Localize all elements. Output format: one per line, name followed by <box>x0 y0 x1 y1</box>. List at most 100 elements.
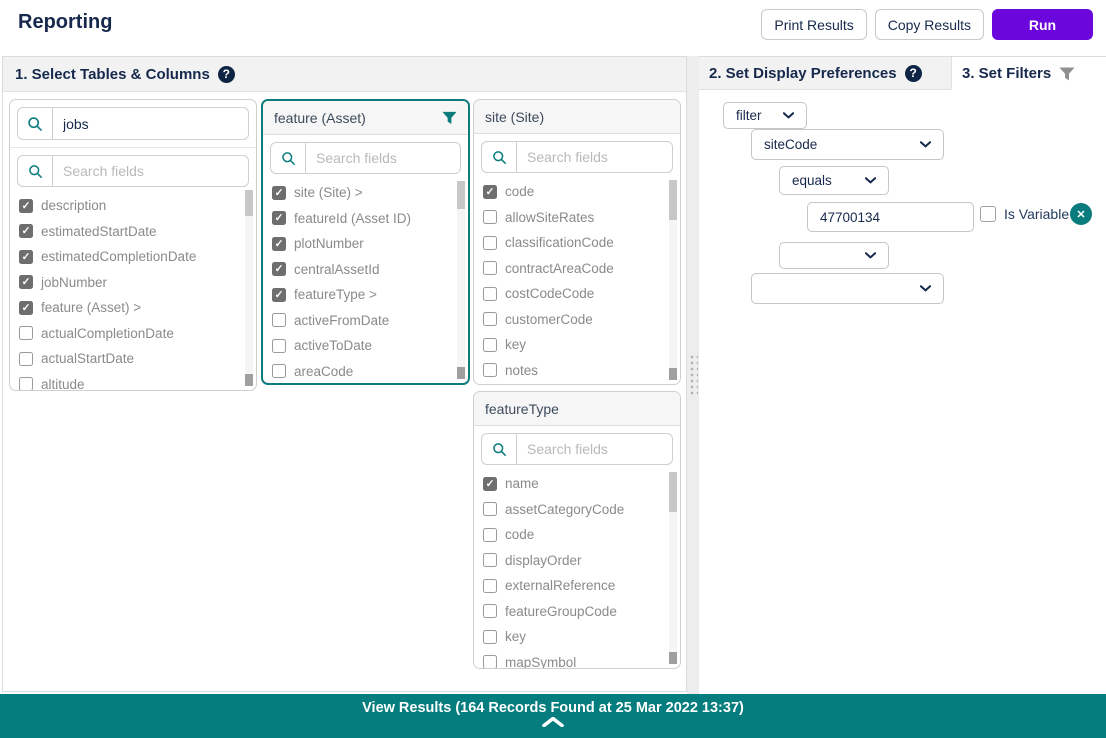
field-checkbox[interactable] <box>483 630 497 644</box>
field-checkbox[interactable] <box>272 262 286 276</box>
field-search-input[interactable] <box>517 434 672 464</box>
field-search-input[interactable] <box>53 156 248 186</box>
field-checkbox[interactable] <box>483 553 497 567</box>
field-checkbox[interactable] <box>483 502 497 516</box>
field-row[interactable]: allowSiteRates <box>483 205 680 231</box>
scrollbar[interactable] <box>245 190 253 386</box>
scrollbar[interactable] <box>457 181 465 379</box>
field-row[interactable]: assetCategoryCode <box>483 497 680 523</box>
search-icon[interactable] <box>271 143 306 173</box>
filter-operator-dropdown[interactable]: equals <box>779 166 889 195</box>
filter-field-dropdown[interactable]: siteCode <box>751 129 944 160</box>
field-checkbox[interactable] <box>483 287 497 301</box>
field-checkbox[interactable] <box>483 185 497 199</box>
field-row[interactable]: feature (Asset) > <box>19 295 256 321</box>
field-row[interactable]: plotNumber <box>272 231 468 257</box>
print-results-button[interactable]: Print Results <box>761 9 866 40</box>
field-row[interactable]: displayOrder <box>483 548 680 574</box>
table-search-input[interactable] <box>53 108 248 139</box>
field-row[interactable]: code <box>483 522 680 548</box>
field-checkbox[interactable] <box>19 377 33 391</box>
view-results-bar[interactable]: View Results (164 Records Found at 25 Ma… <box>0 694 1106 738</box>
field-checkbox[interactable] <box>272 186 286 200</box>
filter-field-dropdown-empty[interactable] <box>751 273 944 304</box>
field-checkbox[interactable] <box>272 288 286 302</box>
field-row[interactable]: altitude <box>19 372 256 392</box>
field-checkbox[interactable] <box>483 477 497 491</box>
field-row[interactable]: activeToDate <box>272 333 468 359</box>
copy-results-button[interactable]: Copy Results <box>875 9 984 40</box>
field-checkbox[interactable] <box>272 211 286 225</box>
field-row[interactable]: featureGroupCode <box>483 599 680 625</box>
field-checkbox[interactable] <box>483 261 497 275</box>
field-row[interactable]: estimatedCompletionDate <box>19 244 256 270</box>
field-checkbox[interactable] <box>483 579 497 593</box>
scrollbar-thumb[interactable] <box>457 181 465 209</box>
chevron-up-icon[interactable] <box>0 717 1106 727</box>
field-checkbox[interactable] <box>19 275 33 289</box>
field-checkbox[interactable] <box>483 236 497 250</box>
field-checkbox[interactable] <box>483 312 497 326</box>
field-row[interactable]: key <box>483 332 680 358</box>
field-row[interactable]: classificationCode <box>483 230 680 256</box>
search-icon[interactable] <box>482 434 517 464</box>
field-checkbox[interactable] <box>272 364 286 378</box>
field-checkbox[interactable] <box>19 224 33 238</box>
field-row[interactable]: contractAreaCode <box>483 256 680 282</box>
tab-display-preferences[interactable]: 2. Set Display Preferences ? <box>699 57 952 90</box>
field-checkbox[interactable] <box>19 326 33 340</box>
scrollbar-end[interactable] <box>457 367 465 379</box>
field-checkbox[interactable] <box>19 199 33 213</box>
field-row[interactable]: actualStartDate <box>19 346 256 372</box>
scrollbar-end[interactable] <box>245 374 253 386</box>
scrollbar-thumb[interactable] <box>245 190 253 216</box>
scrollbar-end[interactable] <box>669 652 677 664</box>
field-checkbox[interactable] <box>272 313 286 327</box>
field-checkbox[interactable] <box>483 528 497 542</box>
field-checkbox[interactable] <box>19 352 33 366</box>
field-row[interactable]: externalReference <box>483 573 680 599</box>
field-row[interactable]: actualCompletionDate <box>19 321 256 347</box>
field-row[interactable]: description <box>19 193 256 219</box>
filter-operator-dropdown-empty[interactable] <box>779 242 889 269</box>
field-search-input[interactable] <box>306 143 460 173</box>
field-row[interactable]: jobNumber <box>19 270 256 296</box>
filter-value-input[interactable] <box>807 202 974 232</box>
field-row[interactable]: customerCode <box>483 307 680 333</box>
field-row[interactable]: key <box>483 624 680 650</box>
splitter-drag-handle[interactable] <box>688 353 698 395</box>
field-row[interactable]: name <box>483 471 680 497</box>
tab-set-filters[interactable]: 3. Set Filters <box>952 57 1106 90</box>
field-row[interactable]: areaCode <box>272 359 468 385</box>
is-variable-checkbox[interactable] <box>980 206 996 222</box>
field-checkbox[interactable] <box>483 363 497 377</box>
field-row[interactable]: estimatedStartDate <box>19 219 256 245</box>
field-checkbox[interactable] <box>272 339 286 353</box>
field-row[interactable]: mapSymbol <box>483 650 680 670</box>
search-icon[interactable] <box>18 156 53 186</box>
field-row[interactable]: notes <box>483 358 680 384</box>
field-checkbox[interactable] <box>272 237 286 251</box>
field-search-input[interactable] <box>517 142 672 172</box>
filter-logic-dropdown[interactable]: filter <box>723 102 807 129</box>
field-row[interactable]: featureType > <box>272 282 468 308</box>
field-row[interactable]: site (Site) > <box>272 180 468 206</box>
search-icon[interactable] <box>18 108 53 139</box>
field-checkbox[interactable] <box>19 301 33 315</box>
field-row[interactable]: featureId (Asset ID) <box>272 206 468 232</box>
scrollbar[interactable] <box>669 472 677 664</box>
remove-filter-button[interactable]: ✕ <box>1070 203 1092 225</box>
field-row[interactable]: activeFromDate <box>272 308 468 334</box>
scrollbar-end[interactable] <box>669 368 677 380</box>
field-row[interactable]: centralAssetId <box>272 257 468 283</box>
field-checkbox[interactable] <box>483 210 497 224</box>
scrollbar-thumb[interactable] <box>669 472 677 512</box>
field-checkbox[interactable] <box>483 604 497 618</box>
filter-icon[interactable] <box>442 111 457 125</box>
field-row[interactable]: costCodeCode <box>483 281 680 307</box>
field-checkbox[interactable] <box>19 250 33 264</box>
help-icon[interactable]: ? <box>905 65 922 82</box>
scrollbar[interactable] <box>669 180 677 380</box>
field-checkbox[interactable] <box>483 655 497 669</box>
search-icon[interactable] <box>482 142 517 172</box>
